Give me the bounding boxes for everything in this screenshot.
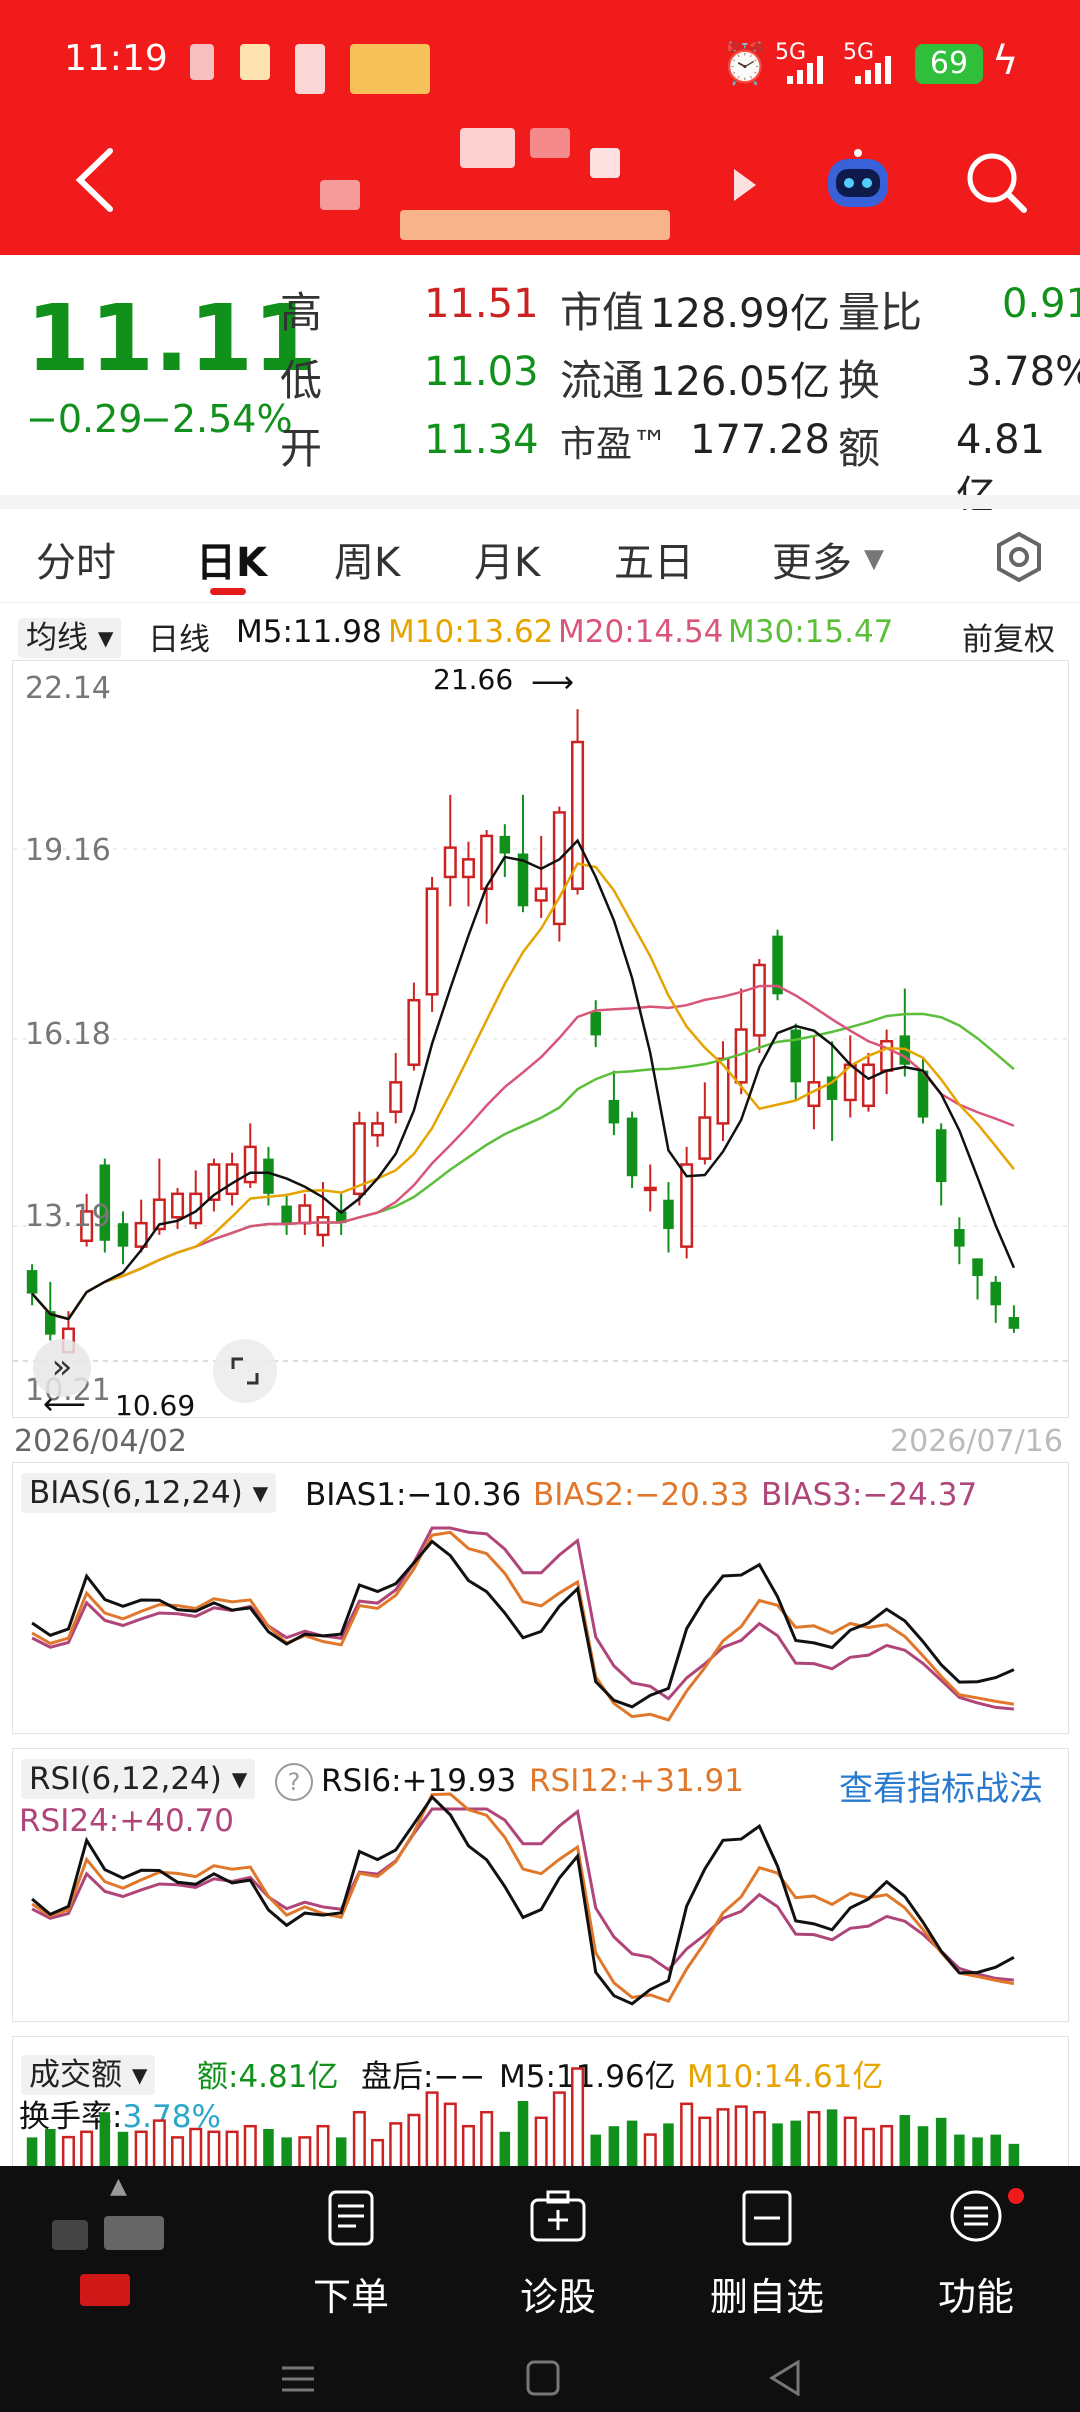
recent-apps-icon[interactable] xyxy=(280,2364,316,2394)
notification-icon xyxy=(350,44,430,94)
bias-panel[interactable]: BIAS(6,12,24) ▾ BIAS1:−10.36 BIAS2:−20.3… xyxy=(12,1462,1069,1734)
notification-icon xyxy=(295,44,325,94)
ma30-label: M30:15.47 xyxy=(728,614,894,650)
home-icon[interactable] xyxy=(526,2360,560,2396)
ma5-label: M5:11.98 xyxy=(236,614,382,650)
stock-name-blur xyxy=(530,128,570,158)
price-change: −0.29 xyxy=(26,397,143,441)
low-label: 低 xyxy=(280,356,323,405)
y-axis-label: 22.14 xyxy=(25,671,111,706)
turnover-label: 换 xyxy=(838,356,881,405)
robot-assistant-icon[interactable] xyxy=(822,145,894,217)
float-cap-value: 126.05亿 xyxy=(650,359,830,405)
fullscreen-icon[interactable] xyxy=(213,1339,277,1403)
volume-ratio-value: 0.91 xyxy=(1002,281,1080,327)
turnover-value: 3.78% xyxy=(966,349,1080,395)
tab-daily-k[interactable]: 日K xyxy=(196,530,267,588)
period-tabs: 分时 日K 周K 月K 五日 更多 ▼ xyxy=(0,510,1080,603)
back-icon[interactable] xyxy=(70,145,120,215)
y-axis-label: 16.18 xyxy=(25,1017,111,1052)
next-stock-icon[interactable] xyxy=(730,165,760,205)
low-marker: 10.69 xyxy=(115,1389,196,1422)
divider xyxy=(0,495,1080,509)
rsi-panel[interactable]: RSI(6,12,24) ▾ ? RSI6:+19.93 RSI12:+31.9… xyxy=(12,1748,1069,2022)
stock-name-blur xyxy=(590,148,620,178)
battery-icon: 69 xyxy=(915,44,983,84)
amount-label: 额 xyxy=(838,424,881,473)
order-icon[interactable] xyxy=(326,2188,376,2248)
diagnose-button[interactable]: 诊股 xyxy=(478,2266,638,2321)
high-label: 高 xyxy=(280,288,323,337)
blurred-icon xyxy=(52,2220,88,2250)
back-nav-icon[interactable] xyxy=(768,2359,802,2397)
market-cap-label: 市值 xyxy=(560,288,645,337)
blurred-icon xyxy=(80,2274,130,2306)
current-price: 11.11 xyxy=(26,285,318,392)
open-label: 开 xyxy=(280,424,323,473)
menu-icon[interactable] xyxy=(948,2188,1004,2244)
tab-five-day[interactable]: 五日 xyxy=(614,530,694,588)
kline-chart[interactable]: 22.14 19.16 16.18 13.19 10.21 21.66 ⟶ ⟵ … xyxy=(12,660,1069,1422)
stock-name-blur xyxy=(460,128,515,168)
quote-panel: 11.11 −0.29 −2.54% 高 11.51 市值 128.99亿 量比… xyxy=(0,255,1080,519)
charging-icon: ϟ xyxy=(992,38,1019,84)
pe-label: 市盈™ xyxy=(560,424,669,465)
signal-icon xyxy=(785,54,827,84)
volume-ratio-label: 量比 xyxy=(838,288,923,337)
period-label: 日线 xyxy=(148,622,210,658)
status-time: 11:19 xyxy=(64,38,168,79)
float-cap-label: 流通 xyxy=(560,356,645,405)
ma20-label: M20:14.54 xyxy=(558,614,724,650)
high-value: 11.51 xyxy=(424,281,539,327)
blurred-icon xyxy=(104,2216,164,2250)
ma-selector-label: 均线 xyxy=(26,620,88,656)
notification-dot xyxy=(1008,2188,1024,2204)
stock-code-blur xyxy=(320,180,360,210)
tab-active-indicator xyxy=(210,588,246,595)
collapse-icon[interactable]: ▲ xyxy=(110,2174,127,2199)
high-marker: 21.66 xyxy=(433,663,514,696)
function-button[interactable]: 功能 xyxy=(896,2266,1056,2321)
open-value: 11.34 xyxy=(424,417,539,463)
tab-more[interactable]: 更多 xyxy=(772,530,852,588)
search-icon[interactable] xyxy=(964,150,1030,216)
settings-icon[interactable] xyxy=(992,530,1046,584)
notification-icon xyxy=(240,44,270,80)
y-axis-label: 19.16 xyxy=(25,833,111,868)
bottom-toolbar: ▲ 下单 诊股 删自选 功能 xyxy=(0,2166,1080,2412)
ma10-label: M10:13.62 xyxy=(388,614,554,650)
remove-watchlist-icon[interactable] xyxy=(740,2188,794,2248)
tab-weekly-k[interactable]: 周K xyxy=(334,530,400,588)
app-header: 11:19 ⏰ 5G 5G 69 ϟ xyxy=(0,0,1080,255)
price-change-pct: −2.54% xyxy=(140,397,293,441)
adjust-label[interactable]: 前复权 xyxy=(962,614,1055,659)
end-date: 2026/07/16 xyxy=(890,1424,1063,1459)
notification-icon xyxy=(190,44,214,80)
tab-monthly-k[interactable]: 月K xyxy=(474,530,540,588)
ma-selector[interactable]: 均线 ▾ xyxy=(18,612,122,658)
tab-intraday[interactable]: 分时 xyxy=(36,530,116,588)
stock-code-blur xyxy=(400,210,670,240)
market-cap-value: 128.99亿 xyxy=(650,291,830,337)
low-value: 11.03 xyxy=(424,349,539,395)
order-button[interactable]: 下单 xyxy=(271,2266,431,2321)
signal-icon xyxy=(853,54,895,84)
remove-watchlist-button[interactable]: 删自选 xyxy=(687,2266,847,2321)
chevron-down-icon[interactable]: ▼ xyxy=(864,544,884,574)
alarm-icon: ⏰ xyxy=(720,41,770,87)
volume-panel[interactable]: 成交额 ▾ 额:4.81亿 盘后:−− M5:11.96亿 M10:14.61亿… xyxy=(12,2036,1069,2177)
expand-panel-icon[interactable]: » xyxy=(33,1339,91,1397)
diagnose-icon[interactable] xyxy=(528,2188,588,2248)
y-axis-label: 13.19 xyxy=(25,1199,111,1234)
arrow-right-icon: ⟶ xyxy=(531,665,575,700)
pe-value: 177.28 xyxy=(690,417,830,463)
start-date: 2026/04/02 xyxy=(14,1424,187,1459)
